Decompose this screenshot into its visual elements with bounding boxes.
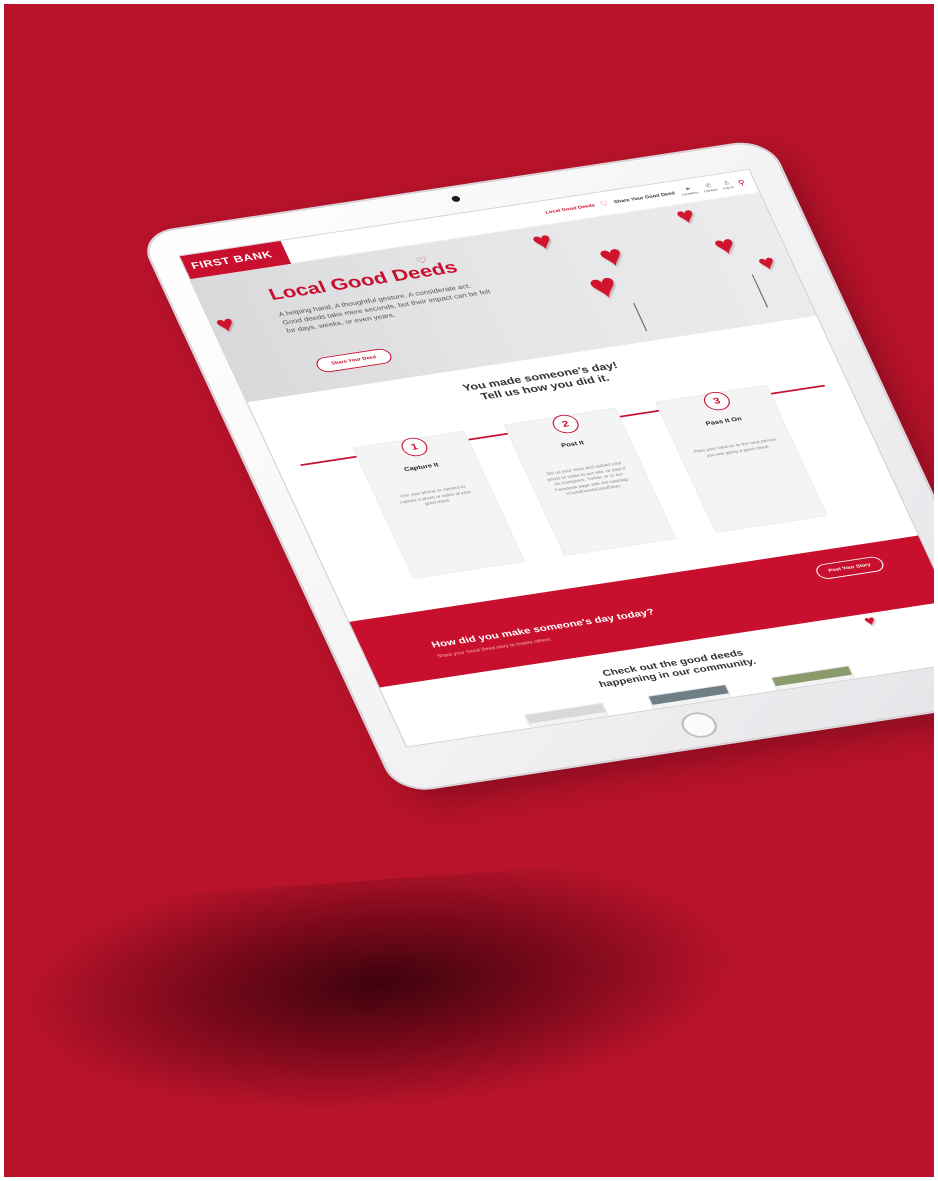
step-number: 3	[700, 390, 734, 412]
nav-share-good-deed[interactable]: Share Your Good Deed	[613, 190, 676, 204]
nav-locations[interactable]: ➤ Locations	[678, 185, 699, 196]
paper-heart-icon: ♥	[582, 266, 626, 307]
paper-heart-icon: ♥	[527, 226, 558, 256]
floor-shadow	[12, 855, 748, 1135]
step-number: 2	[549, 413, 583, 435]
nav-login-label: Log In	[722, 184, 735, 190]
step-desc: Tell us your story and upload your photo…	[545, 460, 629, 496]
step-card: 3 Pass It On Pass your card on to the ne…	[654, 384, 828, 533]
step-desc: Pass your card on to the next person you…	[692, 436, 778, 458]
paper-heart-icon: ♥	[671, 201, 700, 229]
paper-heart-icon: ♥	[753, 250, 781, 276]
nav-contact[interactable]: ✆ Contact	[701, 182, 719, 193]
community-card[interactable]	[524, 702, 618, 748]
step-card: 2 Post It Tell us your story and upload …	[503, 407, 677, 556]
step-card: 1 Capture It Use your phone or camera to…	[352, 430, 526, 579]
tablet-screen: FIRST BANK Local Good Deeds ♡ Share Your…	[178, 168, 938, 748]
step-number: 1	[397, 436, 431, 458]
banner-question: How did you make someone's day today?	[430, 607, 657, 651]
step-title: Pass It On	[704, 415, 744, 428]
nav-locations-label: Locations	[680, 190, 700, 197]
paper-heart-icon: ♥	[708, 230, 742, 261]
community-card[interactable]	[770, 665, 865, 711]
step-title: Post It	[560, 439, 586, 450]
paper-heart-icon: ♥	[210, 310, 240, 338]
heart-stem	[751, 274, 769, 308]
nav-contact-label: Contact	[703, 187, 719, 193]
front-camera	[450, 195, 462, 203]
step-title: Capture It	[403, 461, 440, 473]
tablet-device: FIRST BANK Local Good Deeds ♡ Share Your…	[140, 139, 938, 793]
heart-stem	[633, 303, 648, 332]
share-your-deed-button[interactable]: Share Your Deed	[313, 347, 395, 374]
step-desc: Use your phone or camera to capture a ph…	[398, 484, 472, 506]
nav-local-good-deeds[interactable]: Local Good Deeds	[544, 203, 595, 215]
home-button[interactable]	[676, 710, 722, 740]
heart-outline-icon: ♡	[598, 199, 611, 208]
search-icon[interactable]: ⚲	[737, 179, 747, 187]
paper-heart-icon: ♥	[861, 613, 879, 630]
nav-login[interactable]: ♙ Log In	[720, 180, 735, 190]
post-your-story-button[interactable]: Post Your Story	[813, 555, 887, 581]
